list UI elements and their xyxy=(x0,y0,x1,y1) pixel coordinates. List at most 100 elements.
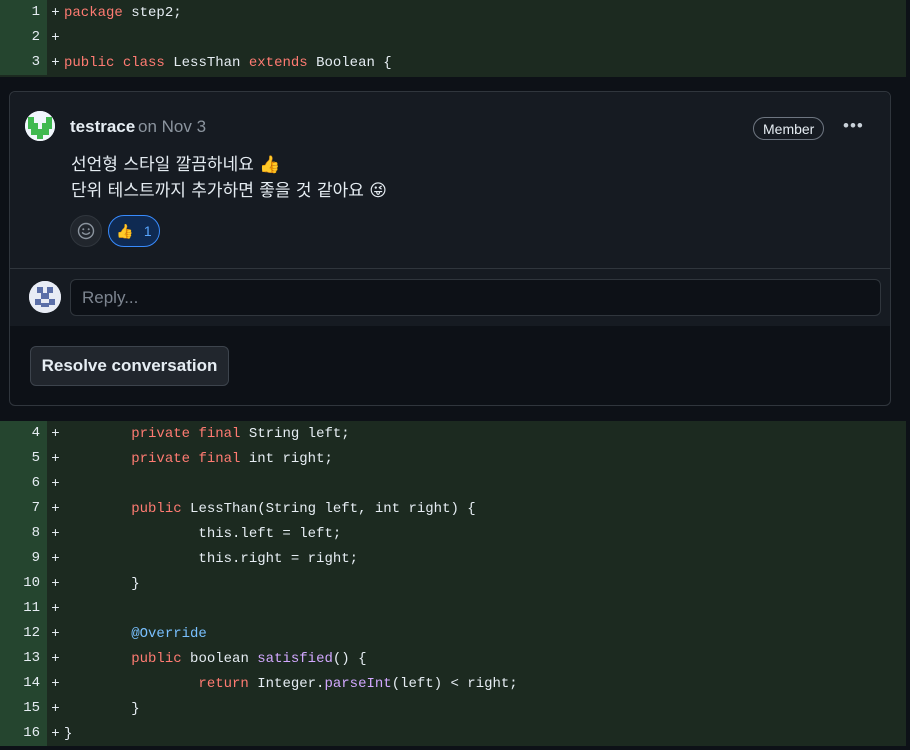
comment-body-line-2: 단위 테스트까지 추가하면 좋을 것 같아요 😜 xyxy=(71,181,388,201)
code-token: extends xyxy=(248,54,308,71)
line-number[interactable]: 1 xyxy=(0,0,47,25)
smiley-icon xyxy=(77,222,95,240)
code-content: this.right = right; xyxy=(64,551,358,567)
comment-date[interactable]: on Nov 3 xyxy=(138,117,206,137)
line-number[interactable]: 9 xyxy=(0,546,47,571)
diff-hunk-bottom: 4 + private final String left; 5 + private … xyxy=(0,421,906,746)
resolve-conversation-button[interactable]: Resolve conversation xyxy=(30,346,229,386)
code-token: private xyxy=(131,450,191,467)
code-token: private xyxy=(131,425,191,442)
code-token: satisfied xyxy=(257,650,333,667)
line-number[interactable]: 10 xyxy=(0,571,47,596)
added-marker: + xyxy=(51,54,60,71)
added-marker: + xyxy=(51,500,60,517)
code-token: } xyxy=(64,575,140,592)
code-token: class xyxy=(122,54,165,71)
code-token: () { xyxy=(332,650,367,667)
code-content: this.left = left; xyxy=(64,526,341,542)
code-content: package step2; xyxy=(64,5,182,21)
review-thread: testrace on Nov 3 Member ••• 선언형 스타일 깔끔하… xyxy=(9,91,891,406)
code-content: public LessThan(String left, int right) … xyxy=(64,500,476,517)
added-marker: + xyxy=(51,675,60,692)
added-marker: + xyxy=(51,600,60,617)
line-number[interactable]: 6 xyxy=(0,471,47,496)
line-number[interactable]: 12 xyxy=(0,621,47,646)
line-number[interactable]: 7 xyxy=(0,496,47,521)
kebab-horizontal-icon[interactable]: ••• xyxy=(843,116,864,136)
code-content: private final String left; xyxy=(64,425,349,442)
code-token: boolean xyxy=(181,650,258,667)
added-marker: + xyxy=(51,525,60,542)
diff-line: 8 + this.left = left; xyxy=(0,521,906,546)
code-content: public boolean satisfied() { xyxy=(64,650,367,667)
diff-line: 7 + public LessThan(String left, int righ… xyxy=(0,496,906,521)
added-marker: + xyxy=(51,650,60,667)
thumbs-up-reaction[interactable]: 👍 1 xyxy=(108,215,160,247)
reply-input[interactable]: Reply... xyxy=(70,279,881,316)
code-token: public xyxy=(64,54,115,71)
code-token: int right; xyxy=(240,450,333,467)
line-number[interactable]: 11 xyxy=(0,596,47,621)
line-number[interactable]: 5 xyxy=(0,446,47,471)
code-token: public xyxy=(131,650,182,667)
line-number[interactable]: 8 xyxy=(0,521,47,546)
diff-line: 2 + xyxy=(0,25,906,50)
code-content: @Override xyxy=(64,626,207,642)
code-token: (left) < right; xyxy=(391,675,518,692)
line-number[interactable]: 3 xyxy=(0,50,47,75)
code-content: public class LessThan extends Boolean { xyxy=(64,55,392,71)
added-marker: + xyxy=(51,29,60,46)
diff-line: 3 + public class LessThan extends Boolean … xyxy=(0,50,906,75)
added-marker: + xyxy=(51,700,60,717)
diff-line: 6 + xyxy=(0,471,906,496)
code-token: LessThan(String left, int right) { xyxy=(181,500,476,517)
diff-line: 4 + private final String left; xyxy=(0,421,906,446)
diff-line: 11 + xyxy=(0,596,906,621)
code-content: return Integer.parseInt(left) < right; xyxy=(64,675,518,692)
reaction-count: 1 xyxy=(143,223,152,239)
line-number[interactable]: 4 xyxy=(0,421,47,446)
code-token: LessThan xyxy=(164,54,249,71)
added-marker: + xyxy=(51,4,60,21)
avatar[interactable] xyxy=(25,111,55,141)
review-comment: testrace on Nov 3 Member ••• 선언형 스타일 깔끔하… xyxy=(10,92,890,268)
added-marker: + xyxy=(51,550,60,567)
code-token: } xyxy=(64,700,140,717)
member-badge: Member xyxy=(753,117,825,140)
added-marker: + xyxy=(51,425,60,442)
code-content: } xyxy=(64,726,72,742)
comment-author[interactable]: testrace xyxy=(70,117,135,137)
code-token: parseInt xyxy=(324,675,392,692)
line-number[interactable]: 15 xyxy=(0,696,47,721)
add-reaction-button[interactable] xyxy=(70,215,102,247)
code-token: return xyxy=(198,675,249,692)
code-token: Integer. xyxy=(248,675,325,692)
diff-divider xyxy=(0,77,906,79)
code-token: final xyxy=(198,450,241,467)
diff-line: 13 + public boolean satisfied() { xyxy=(0,646,906,671)
line-number[interactable]: 14 xyxy=(0,671,47,696)
added-marker: + xyxy=(51,625,60,642)
diff-line: 12 + @Override xyxy=(0,621,906,646)
added-marker: + xyxy=(51,575,60,592)
diff-line: 9 + this.right = right; xyxy=(0,546,906,571)
added-marker: + xyxy=(51,450,60,467)
code-token: final xyxy=(198,425,241,442)
diff-line: 1 + package step2; xyxy=(0,0,906,25)
line-number[interactable]: 13 xyxy=(0,646,47,671)
comment-body-line-1: 선언형 스타일 깔끔하네요 👍 xyxy=(71,155,281,175)
added-marker: + xyxy=(51,475,60,492)
line-number[interactable]: 16 xyxy=(0,721,47,746)
code-token: this.right = right; xyxy=(64,550,359,567)
line-number[interactable]: 2 xyxy=(0,25,47,50)
code-token: step2; xyxy=(122,4,182,21)
added-marker: + xyxy=(51,725,60,742)
current-user-avatar xyxy=(29,281,61,313)
diff-line: 15 + } xyxy=(0,696,906,721)
